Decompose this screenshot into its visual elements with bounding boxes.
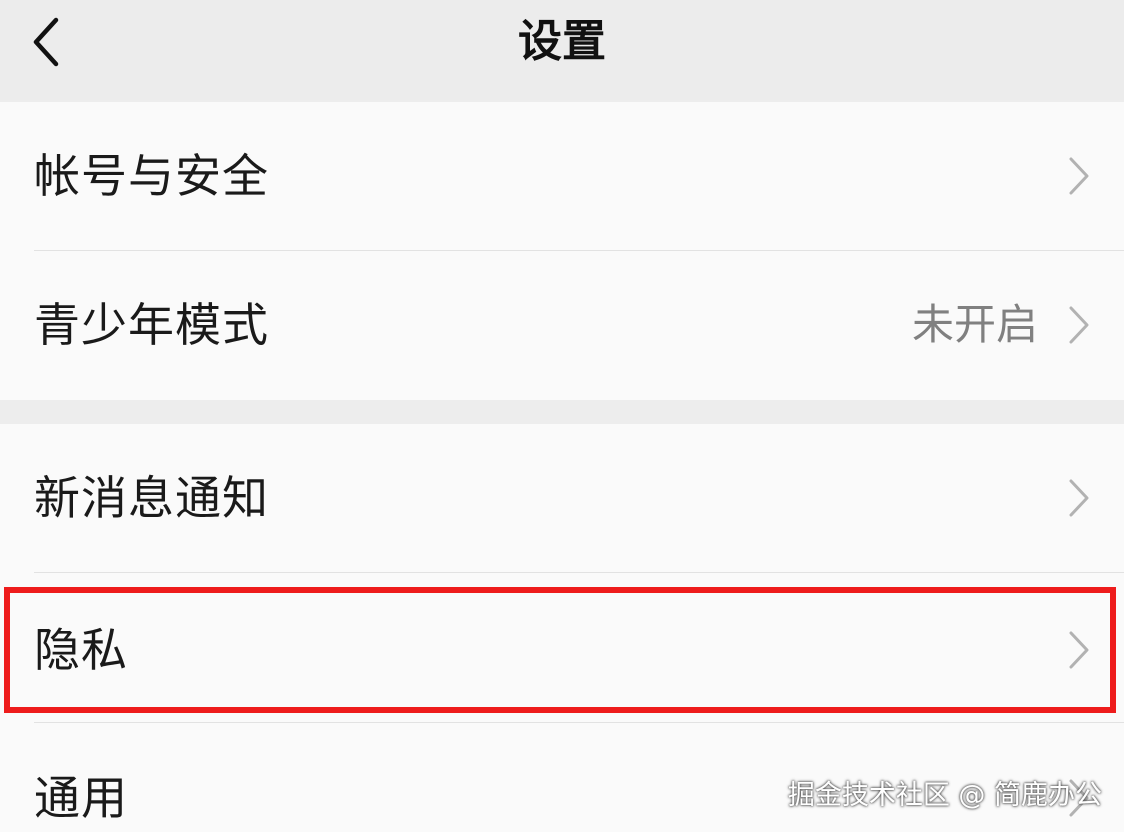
settings-item-account-security[interactable]: 帐号与安全 [0,102,1124,250]
settings-screen: 设置 帐号与安全 青少年模式 未开启 新消息通知 隐私 通用 掘金技术社区 @ … [0,0,1124,832]
settings-group-general: 新消息通知 隐私 通用 [0,424,1124,832]
divider [34,722,1124,723]
chevron-right-icon [1069,631,1089,669]
chevron-right-icon [1069,157,1089,195]
settings-item-label: 青少年模式 [34,298,269,352]
chevron-right-icon [1069,306,1089,344]
settings-item-label: 隐私 [34,623,128,677]
settings-item-value: 未开启 [911,300,1038,349]
settings-item-notifications[interactable]: 新消息通知 [0,424,1124,572]
settings-item-label: 新消息通知 [34,471,269,525]
settings-item-privacy[interactable]: 隐私 [0,576,1124,724]
watermark: 掘金技术社区 @ 简鹿办公 [787,780,1102,811]
chevron-right-icon [1069,479,1089,517]
settings-group-account: 帐号与安全 青少年模式 未开启 [0,102,1124,400]
settings-item-label: 帐号与安全 [34,149,269,203]
page-title: 设置 [518,16,606,67]
settings-item-teen-mode[interactable]: 青少年模式 未开启 [0,251,1124,399]
divider [34,572,1124,573]
settings-item-label: 通用 [34,771,128,825]
navbar: 设置 [0,0,1124,100]
